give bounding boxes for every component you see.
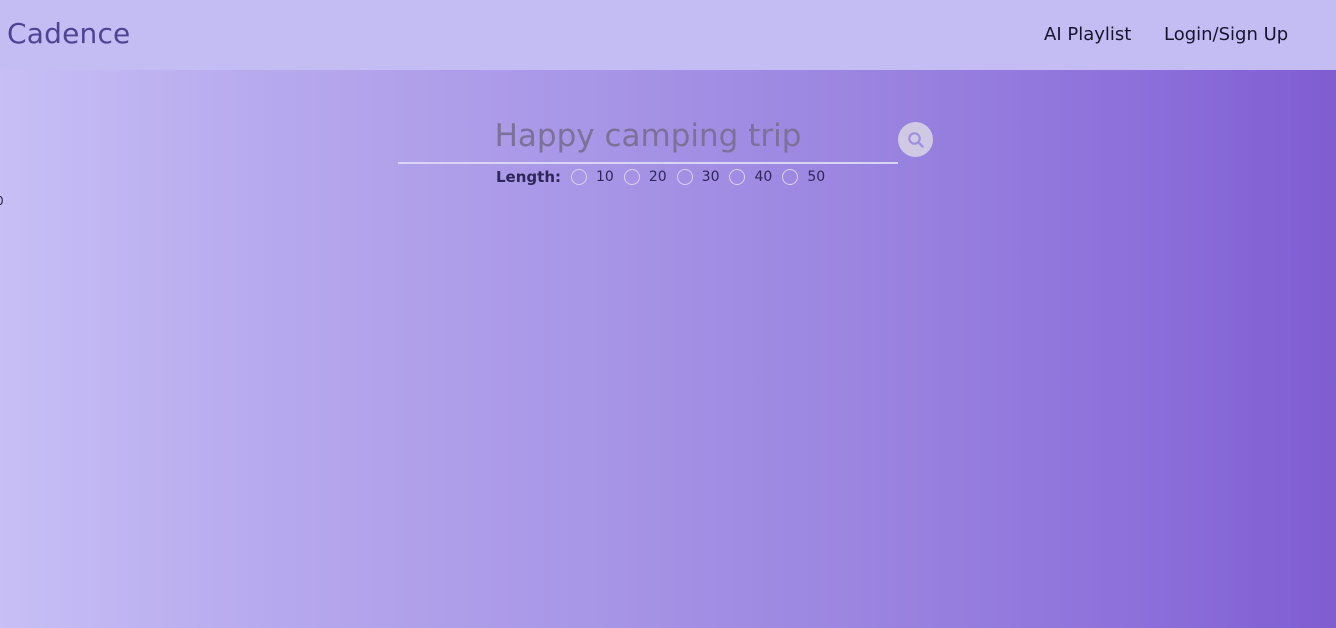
brand-logo-text[interactable]: Cadence <box>7 17 130 51</box>
length-option-20[interactable]: 20 <box>623 167 667 187</box>
search-input[interactable] <box>398 110 898 162</box>
length-option-label: 50 <box>807 169 826 185</box>
length-option-label: 40 <box>754 169 773 185</box>
length-option-50[interactable]: 50 <box>782 167 825 187</box>
length-label: Length: <box>496 168 561 186</box>
navbar: Cadence AI Playlist Login/Sign Up <box>0 0 1336 70</box>
radio-button[interactable] <box>676 169 693 185</box>
length-option-10[interactable]: 10 <box>571 167 614 187</box>
search-button[interactable] <box>898 122 933 157</box>
nav-login-signup-link[interactable]: Login/Sign Up <box>1164 24 1288 46</box>
length-option-label: 10 <box>596 169 614 185</box>
length-option-label: 30 <box>701 169 720 185</box>
radio-button[interactable] <box>623 169 640 185</box>
length-selector: Length: 10 20 30 40 50 <box>496 167 835 187</box>
length-option-30[interactable]: 30 <box>676 167 720 187</box>
radio-button[interactable] <box>571 169 587 185</box>
radio-button[interactable] <box>729 169 746 185</box>
clipped-edge-text: 0 <box>0 194 4 208</box>
nav-ai-playlist-link[interactable]: AI Playlist <box>1044 24 1131 46</box>
length-option-40[interactable]: 40 <box>729 167 772 187</box>
length-option-label: 20 <box>648 169 667 185</box>
search-icon <box>907 131 924 148</box>
radio-button[interactable] <box>782 169 799 185</box>
search-field-wrapper <box>398 110 898 164</box>
